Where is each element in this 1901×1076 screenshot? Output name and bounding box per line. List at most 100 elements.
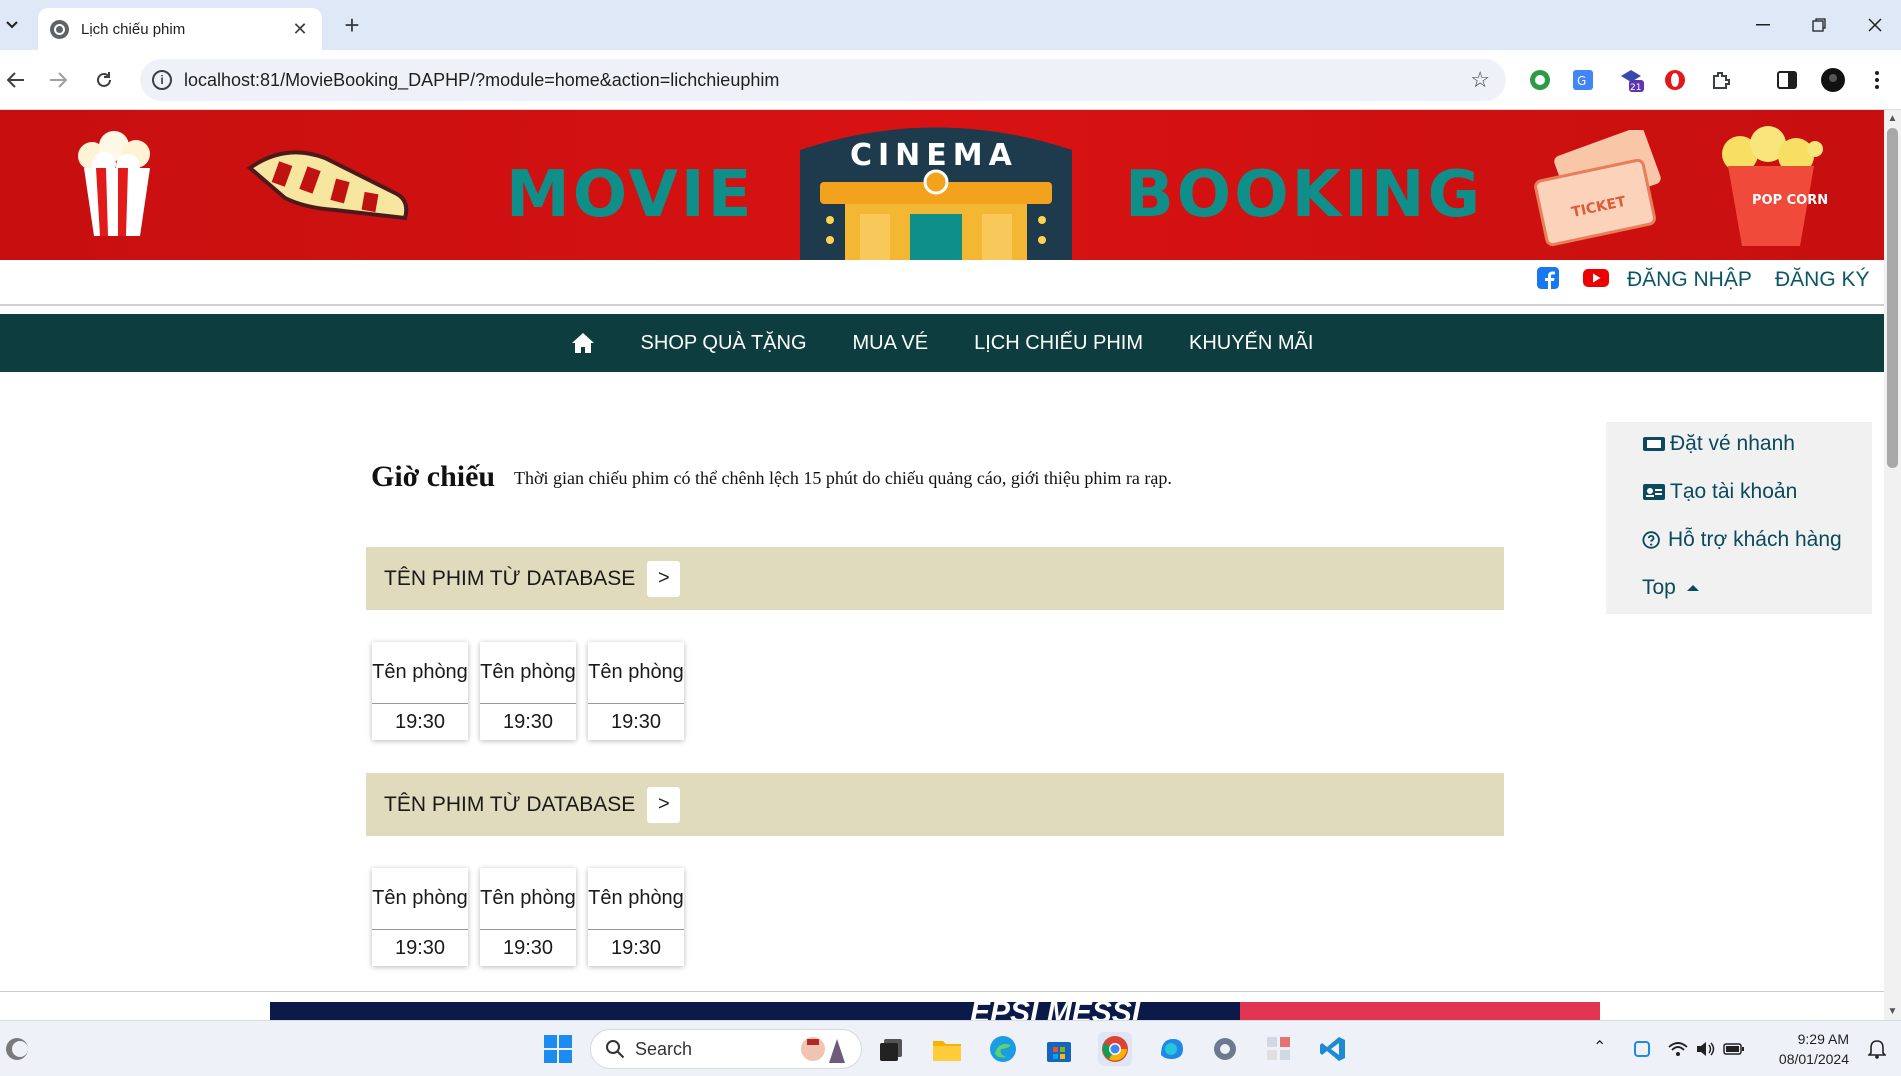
showtime-note: Thời gian chiếu phim có thể chênh lệch 1… xyxy=(514,468,1172,488)
svg-text:CINEMA: CINEMA xyxy=(850,138,1018,173)
taskbar-clock[interactable]: 9:29 AM 08/01/2024 xyxy=(1779,1029,1849,1069)
bookmark-star-icon[interactable]: ☆ xyxy=(1470,67,1490,93)
minimize-button[interactable] xyxy=(1735,0,1791,50)
showtime-card[interactable]: Tên phòng 19:30 xyxy=(480,868,576,966)
banner-word-movie: MOVIE xyxy=(506,158,755,232)
vscode-icon[interactable] xyxy=(1316,1032,1350,1066)
banner-word-booking: BOOKING xyxy=(1125,158,1484,232)
login-link[interactable]: ĐĂNG NHẬP xyxy=(1627,268,1752,292)
show-time: 19:30 xyxy=(610,936,662,959)
edge-browser-icon[interactable] xyxy=(986,1032,1020,1066)
close-window-button[interactable] xyxy=(1847,0,1901,50)
windows-taskbar: Search ⌃ 9:29 AM 08/01/2024 xyxy=(0,1020,1901,1076)
back-button[interactable] xyxy=(0,64,32,96)
tray-app-icon[interactable] xyxy=(1628,1032,1656,1066)
movie-header-bar: TÊN PHIM TỪ DATABASE > xyxy=(366,547,1504,610)
home-icon[interactable] xyxy=(571,332,595,354)
create-account-link[interactable]: Tạo tài khoản xyxy=(1642,480,1797,504)
close-tab-icon[interactable]: ✕ xyxy=(290,19,310,40)
top-account-bar: ĐĂNG NHẬP ĐĂNG KÝ xyxy=(0,260,1884,306)
translate-extension-icon[interactable]: G xyxy=(1570,67,1596,93)
scrollbar-thumb[interactable] xyxy=(1887,128,1898,468)
windows-start-icon[interactable] xyxy=(541,1032,575,1066)
quick-booking-label: Đặt vé nhanh xyxy=(1670,432,1795,455)
settings-gear-icon[interactable] xyxy=(1208,1032,1242,1066)
advertisement-banner[interactable]: EPSI MESSI xyxy=(270,1002,1600,1020)
movie-title: TÊN PHIM TỪ DATABASE xyxy=(384,566,636,590)
tickets-icon: TICKET xyxy=(1534,130,1661,247)
room-name: Tên phòng xyxy=(480,642,576,704)
site-banner[interactable]: MOVIE CINEMA BOOKING TICKET POP CORN xyxy=(0,110,1884,260)
opera-extension-icon[interactable] xyxy=(1662,67,1688,93)
page-title: Giờ chiếu xyxy=(371,460,496,493)
app-grid-icon[interactable] xyxy=(1262,1032,1296,1066)
nav-item-buy-ticket[interactable]: MUA VÉ xyxy=(853,332,929,355)
extension-badge-icon[interactable]: 21 xyxy=(1618,67,1644,93)
back-to-top-link[interactable]: Top xyxy=(1642,576,1700,600)
battery-icon[interactable] xyxy=(1720,1032,1748,1066)
ticket-icon xyxy=(1643,437,1665,451)
browser-tab-active[interactable]: Lịch chiếu phim ✕ xyxy=(38,8,322,50)
microsoft-store-icon[interactable] xyxy=(1042,1032,1076,1066)
forward-button[interactable] xyxy=(42,64,74,96)
restore-button[interactable] xyxy=(1791,0,1847,50)
address-bar[interactable]: i localhost:81/MovieBooking_DAPHP/?modul… xyxy=(140,59,1506,101)
showtime-card[interactable]: Tên phòng 19:30 xyxy=(588,642,684,740)
clock-date: 08/01/2024 xyxy=(1778,1051,1849,1067)
tray-overflow-chevron-icon[interactable]: ⌃ xyxy=(1593,1037,1606,1057)
extension-green-icon[interactable] xyxy=(1527,67,1553,93)
show-time: 19:30 xyxy=(394,710,446,733)
profile-avatar[interactable] xyxy=(1820,67,1846,93)
youtube-icon[interactable] xyxy=(1583,267,1609,289)
task-view-icon[interactable] xyxy=(874,1032,908,1066)
movie-detail-button[interactable]: > xyxy=(647,786,681,823)
show-time: 19:30 xyxy=(610,710,662,733)
section-divider xyxy=(0,991,1884,992)
film-reel-icon xyxy=(246,150,409,221)
wifi-icon[interactable] xyxy=(1664,1032,1692,1066)
nav-item-showtimes[interactable]: LỊCH CHIẾU PHIM xyxy=(974,332,1143,355)
show-time: 19:30 xyxy=(502,936,554,959)
movie-header-bar: TÊN PHIM TỪ DATABASE > xyxy=(366,773,1504,836)
facebook-icon[interactable] xyxy=(1537,267,1559,289)
showtime-card[interactable]: Tên phòng 19:30 xyxy=(588,868,684,966)
scroll-up-arrow-icon[interactable]: ▲ xyxy=(1884,110,1901,127)
create-account-label: Tạo tài khoản xyxy=(1670,480,1798,503)
quick-booking-link[interactable]: Đặt vé nhanh xyxy=(1642,432,1795,456)
nav-item-promotions[interactable]: KHUYẾN MÃI xyxy=(1189,332,1313,355)
volume-icon[interactable] xyxy=(1692,1032,1720,1066)
showtime-card[interactable]: Tên phòng 19:30 xyxy=(372,868,468,966)
browser-menu-icon[interactable] xyxy=(1864,67,1890,93)
popcorn-box-icon: POP CORN xyxy=(1722,126,1828,246)
caret-up-icon xyxy=(1686,585,1699,591)
customer-support-link[interactable]: Hỗ trợ khách hàng xyxy=(1642,528,1842,552)
widgets-icon[interactable] xyxy=(0,1032,34,1066)
showtime-card[interactable]: Tên phòng 19:30 xyxy=(480,642,576,740)
chrome-browser-icon[interactable] xyxy=(1098,1032,1132,1066)
register-link[interactable]: ĐĂNG KÝ xyxy=(1775,268,1870,292)
showtime-card[interactable]: Tên phòng 19:30 xyxy=(372,642,468,740)
copilot-icon[interactable] xyxy=(1154,1032,1188,1066)
page-scrollbar[interactable]: ▲ ▼ xyxy=(1884,110,1901,1020)
show-time: 19:30 xyxy=(394,936,446,959)
notification-bell-icon[interactable] xyxy=(1862,1032,1892,1066)
tab-search-dropdown-icon[interactable] xyxy=(0,10,24,40)
main-navigation: SHOP QUÀ TẶNG MUA VÉ LỊCH CHIẾU PHIM KHU… xyxy=(0,314,1884,372)
movie-detail-button[interactable]: > xyxy=(647,560,681,597)
room-name: Tên phòng xyxy=(372,868,468,930)
reload-button[interactable] xyxy=(88,64,120,96)
nav-item-gift-shop[interactable]: SHOP QUÀ TẶNG xyxy=(641,332,807,355)
page-viewport: MOVIE CINEMA BOOKING TICKET POP CORN ĐĂN… xyxy=(0,110,1884,1020)
scroll-down-arrow-icon[interactable]: ▼ xyxy=(1884,1003,1901,1020)
svg-text:G: G xyxy=(1577,74,1586,88)
site-info-icon[interactable]: i xyxy=(152,70,172,90)
browser-toolbar: i localhost:81/MovieBooking_DAPHP/?modul… xyxy=(0,50,1901,110)
back-to-top-label: Top xyxy=(1642,576,1676,599)
side-panel-icon[interactable] xyxy=(1774,67,1800,93)
browser-tab-bar: Lịch chiếu phim ✕ + xyxy=(0,0,1901,50)
file-explorer-icon[interactable] xyxy=(930,1032,964,1066)
room-name: Tên phòng xyxy=(588,868,684,930)
new-tab-button[interactable]: + xyxy=(340,10,364,41)
taskbar-search-box[interactable]: Search xyxy=(590,1029,862,1069)
extensions-puzzle-icon[interactable] xyxy=(1708,67,1734,93)
